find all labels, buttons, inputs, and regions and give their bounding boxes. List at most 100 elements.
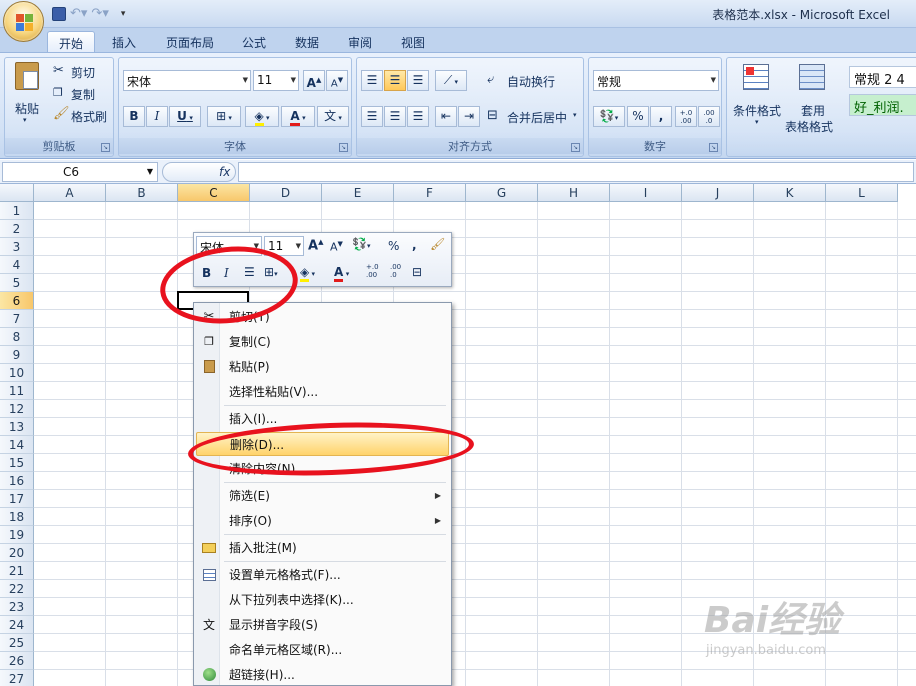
borders-button[interactable]: ⊞ ▾ — [207, 106, 241, 127]
wrap-text-button[interactable]: ⤶ 自动换行 — [485, 70, 581, 91]
font-size-combo[interactable]: 11 ▼ — [253, 70, 299, 91]
select-all-button[interactable] — [0, 184, 34, 202]
row-header-3[interactable]: 3 — [0, 238, 34, 256]
mini-font-color-button[interactable]: A ▾ — [334, 265, 349, 282]
increase-decimal-button[interactable]: +.0 .00 — [675, 106, 697, 127]
row-header-23[interactable]: 23 — [0, 598, 34, 616]
format-painter-button[interactable]: 🖌 格式刷 — [53, 106, 113, 125]
mini-align-center-icon[interactable]: ☰ — [244, 265, 255, 279]
menu-item-format-cells[interactable]: 设置单元格格式(F)... — [196, 563, 449, 587]
row-header-19[interactable]: 19 — [0, 526, 34, 544]
menu-item-insert[interactable]: 插入(I)... — [196, 407, 449, 431]
format-as-table-button[interactable]: 套用 表格格式 — [785, 60, 845, 134]
row-header-18[interactable]: 18 — [0, 508, 34, 526]
underline-button[interactable]: U ▾ — [169, 106, 201, 127]
font-color-button[interactable]: A ▾ — [281, 106, 315, 127]
bold-button[interactable]: B — [123, 106, 145, 127]
redo-icon[interactable]: ↷▾ — [91, 6, 108, 22]
font-name-combo[interactable]: 宋体 ▼ — [123, 70, 251, 91]
column-header-h[interactable]: H — [538, 184, 610, 202]
mini-font-size-combo[interactable]: 11 ▼ — [264, 236, 304, 256]
menu-item-paste-special[interactable]: 选择性粘贴(V)... — [196, 380, 449, 404]
insert-function-button[interactable]: fx — [162, 162, 236, 182]
tab-review[interactable]: 审阅 — [338, 31, 382, 52]
shrink-font-button[interactable]: A▼ — [326, 70, 348, 91]
undo-icon[interactable]: ↶▾ — [70, 6, 87, 22]
increase-indent-button[interactable]: ⇥ — [458, 106, 480, 127]
align-top-button[interactable]: ☰ — [361, 70, 383, 91]
column-header-b[interactable]: B — [106, 184, 178, 202]
mini-merge-icon[interactable]: ⊟ — [412, 265, 422, 279]
column-header-k[interactable]: K — [754, 184, 826, 202]
mini-italic-button[interactable]: I — [224, 266, 229, 280]
column-header-g[interactable]: G — [466, 184, 538, 202]
mini-borders-icon[interactable]: ⊞▾ — [264, 265, 278, 279]
tab-page-layout[interactable]: 页面布局 — [160, 31, 220, 52]
save-icon[interactable] — [52, 7, 66, 21]
menu-item-delete[interactable]: 删除(D)... — [196, 432, 449, 456]
mini-currency-button[interactable]: 💱▾ — [352, 237, 370, 251]
column-header-d[interactable]: D — [250, 184, 322, 202]
cell-style-normal[interactable]: 常规 2 4 — [849, 66, 916, 88]
mini-bold-button[interactable]: B — [202, 266, 211, 280]
menu-item-insert-comment[interactable]: 插入批注(M) — [196, 536, 449, 560]
row-header-6[interactable]: 6 — [0, 292, 34, 310]
orientation-button[interactable]: ⟋ ▾ — [435, 70, 467, 91]
italic-button[interactable]: I — [146, 106, 168, 127]
mini-percent-button[interactable]: % — [388, 239, 399, 253]
font-launcher-icon[interactable]: ↘ — [339, 143, 348, 152]
merge-center-button[interactable]: ⊟ 合并后居中 ▾ — [485, 106, 583, 127]
row-header-12[interactable]: 12 — [0, 400, 34, 418]
mini-decrease-decimal-button[interactable]: .00 .0 — [390, 263, 401, 279]
conditional-format-button[interactable]: 条件格式 ▾ — [729, 60, 785, 132]
align-left-button[interactable]: ☰ — [361, 106, 383, 127]
menu-item-copy[interactable]: ❐ 复制(C) — [196, 330, 449, 354]
alignment-launcher-icon[interactable]: ↘ — [571, 143, 580, 152]
tab-formulas[interactable]: 公式 — [232, 31, 276, 52]
row-header-14[interactable]: 14 — [0, 436, 34, 454]
row-header-1[interactable]: 1 — [0, 202, 34, 220]
align-center-button[interactable]: ☰ — [384, 106, 406, 127]
mini-grow-font-button[interactable]: A▲ — [308, 238, 323, 253]
mini-shrink-font-button[interactable]: A▼ — [330, 240, 343, 254]
decrease-decimal-button[interactable]: .00 .0 — [698, 106, 720, 127]
row-header-8[interactable]: 8 — [0, 328, 34, 346]
row-header-27[interactable]: 27 — [0, 670, 34, 686]
row-header-9[interactable]: 9 — [0, 346, 34, 364]
row-header-10[interactable]: 10 — [0, 364, 34, 382]
mini-font-name-combo[interactable]: 宋体 ▼ — [196, 236, 262, 256]
row-header-17[interactable]: 17 — [0, 490, 34, 508]
column-header-i[interactable]: I — [610, 184, 682, 202]
row-header-15[interactable]: 15 — [0, 454, 34, 472]
fill-color-button[interactable]: ◈ ▾ — [245, 106, 279, 127]
name-box[interactable]: C6 ▼ — [2, 162, 158, 182]
row-header-22[interactable]: 22 — [0, 580, 34, 598]
menu-item-define-name[interactable]: 命名单元格区域(R)... — [196, 638, 449, 662]
align-right-button[interactable]: ☰ — [407, 106, 429, 127]
clipboard-launcher-icon[interactable]: ↘ — [101, 143, 110, 152]
row-header-7[interactable]: 7 — [0, 310, 34, 328]
copy-button[interactable]: ❐ 复制 — [53, 84, 113, 102]
paste-button[interactable]: 粘贴 ▾ — [9, 60, 47, 132]
customize-qat-icon[interactable]: ▾ — [121, 6, 126, 22]
row-header-25[interactable]: 25 — [0, 634, 34, 652]
row-header-16[interactable]: 16 — [0, 472, 34, 490]
column-header-f[interactable]: F — [394, 184, 466, 202]
cell-area[interactable] — [34, 202, 916, 686]
column-header-e[interactable]: E — [322, 184, 394, 202]
menu-item-pick-from-list[interactable]: 从下拉列表中选择(K)... — [196, 588, 449, 612]
office-button[interactable] — [3, 1, 44, 42]
decrease-indent-button[interactable]: ⇤ — [435, 106, 457, 127]
menu-item-paste[interactable]: 粘贴(P) — [196, 355, 449, 379]
menu-item-sort[interactable]: 排序(O) ▶ — [196, 509, 449, 533]
grow-font-button[interactable]: A▲ — [303, 70, 325, 91]
mini-format-painter-icon[interactable]: 🖌 — [430, 237, 445, 251]
tab-view[interactable]: 视图 — [391, 31, 435, 52]
row-header-20[interactable]: 20 — [0, 544, 34, 562]
menu-item-filter[interactable]: 筛选(E) ▶ — [196, 484, 449, 508]
column-header-a[interactable]: A — [34, 184, 106, 202]
menu-item-hyperlink[interactable]: 超链接(H)... — [196, 663, 449, 686]
tab-home[interactable]: 开始 — [47, 31, 95, 52]
row-header-2[interactable]: 2 — [0, 220, 34, 238]
currency-button[interactable]: 💱▾ — [593, 106, 625, 127]
